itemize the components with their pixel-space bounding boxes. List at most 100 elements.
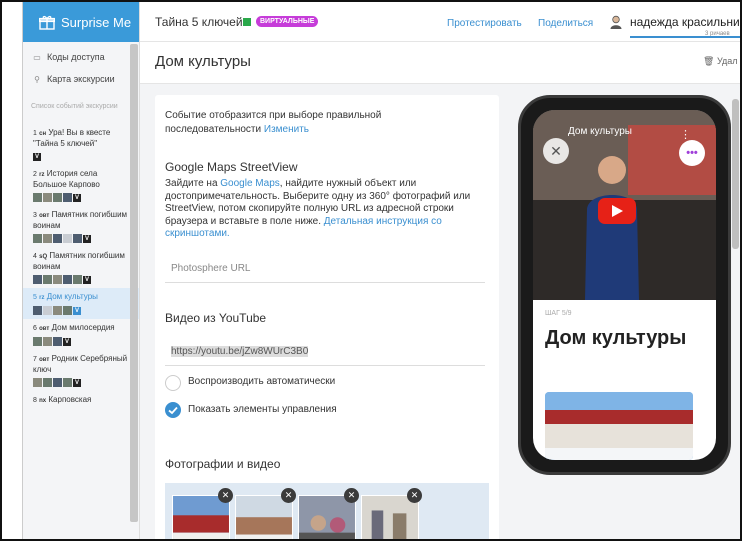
quest-title[interactable]: Тайна 5 ключей: [155, 15, 243, 29]
gm-text-1: Зайдите на: [165, 178, 218, 189]
left-gutter: [2, 2, 23, 539]
thumb-image: [33, 337, 42, 346]
thumb-image: [53, 378, 62, 387]
youtube-url-value: https://youtu.be/jZw8WUrC3B0: [171, 346, 309, 357]
event-tag: rz: [39, 172, 45, 178]
google-maps-link[interactable]: Google Maps: [220, 178, 279, 189]
close-icon[interactable]: ✕: [543, 138, 569, 164]
brand-logo[interactable]: Surprise Me: [23, 2, 139, 42]
main-panel: Дом культуры 🗑 Удал Событие отобразится …: [140, 42, 740, 539]
event-item-1[interactable]: 1 сн Ура! Вы в квесте "Тайна 5 ключей" V: [23, 124, 139, 165]
gift-icon: [39, 15, 55, 30]
event-item-2[interactable]: 2 rz История села Большое Карпово V: [23, 165, 139, 206]
event-thumbs: V: [33, 337, 131, 346]
user-underline: [630, 36, 740, 38]
thumb-image: [63, 378, 72, 387]
thumb-image: [33, 234, 42, 243]
thumb-image: [73, 234, 82, 243]
share-link[interactable]: Поделиться: [538, 18, 593, 29]
video-icon: V: [73, 306, 81, 315]
thumb-image: [63, 275, 72, 284]
phone-screen: Дом культуры ⋮ ✕ ••• ШАГ 5/9 Дом культур…: [533, 110, 716, 460]
map-pin-icon: ⚲: [34, 74, 40, 84]
video-icon: V: [83, 234, 91, 243]
test-link[interactable]: Протестировать: [447, 18, 522, 29]
change-trigger-link[interactable]: Изменить: [264, 124, 309, 135]
phone-title: Дом культуры: [545, 327, 687, 349]
event-tag: oвт: [39, 357, 50, 363]
event-editor-card: Событие отобразится при выборе правильно…: [155, 95, 499, 539]
remove-media-3-button[interactable]: ✕: [344, 488, 359, 503]
autoplay-label: Воспроизводить автоматически: [188, 376, 336, 387]
autoplay-checkbox[interactable]: [165, 375, 181, 391]
sidebar-item-label: Карта экскурсии: [47, 74, 115, 84]
remove-media-2-button[interactable]: ✕: [281, 488, 296, 503]
youtube-url-input[interactable]: https://youtu.be/jZw8WUrC3B0: [165, 338, 485, 366]
virtual-badge: ВИРТУАЛЬНЫЕ: [256, 16, 319, 27]
video-icon: V: [33, 152, 41, 161]
thumb-image: [73, 275, 82, 284]
event-title: Дом милосердия: [51, 323, 115, 332]
more-menu-icon[interactable]: •••: [679, 140, 705, 166]
remove-media-4-button[interactable]: ✕: [407, 488, 422, 503]
thumb-image: [53, 306, 62, 315]
delete-button[interactable]: 🗑 Удал: [703, 56, 737, 67]
show-controls-checkbox[interactable]: [165, 402, 181, 418]
brand-name: Surprise Me: [61, 14, 132, 30]
event-item-7[interactable]: 7 oвт Родник Серебряный ключ V: [23, 350, 139, 391]
thumb-image: [43, 378, 52, 387]
event-tag: oвт: [39, 326, 50, 332]
sidebar-item-tour-map[interactable]: ⚲ Карта экскурсии: [23, 68, 139, 90]
event-item-4[interactable]: 4 sQ Памятник погибшим воинам V: [23, 247, 139, 288]
user-avatar-icon[interactable]: [610, 15, 622, 29]
event-item-6[interactable]: 6 oвт Дом милосердия V: [23, 319, 139, 350]
video-preview[interactable]: Дом культуры ⋮ ✕ •••: [533, 110, 716, 300]
google-maps-heading: Google Maps StreetView: [165, 160, 298, 174]
video-icon: V: [63, 337, 71, 346]
play-icon[interactable]: [598, 198, 636, 224]
remove-media-1-button[interactable]: ✕: [218, 488, 233, 503]
trash-icon: 🗑: [703, 56, 715, 66]
video-more-icon[interactable]: ⋮: [680, 128, 691, 141]
event-item-8[interactable]: 8 nx Карповская: [23, 391, 139, 410]
trigger-text-block: Событие отобразится при выборе правильно…: [165, 109, 425, 137]
phone-photo[interactable]: [545, 392, 693, 460]
status-indicator: [243, 18, 251, 26]
youtube-heading: Видео из YouTube: [165, 311, 267, 325]
thumb-image: [33, 275, 42, 284]
event-title: История села Большое Карпово: [33, 169, 100, 189]
event-thumbs: V: [33, 234, 131, 243]
thumb-image: [43, 337, 52, 346]
event-thumbs: V: [33, 152, 131, 161]
event-number: 6: [33, 325, 37, 332]
top-bar: Тайна 5 ключей ВИРТУАЛЬНЫЕ Протестироват…: [140, 2, 740, 42]
keycode-icon: ▭: [33, 52, 41, 62]
phone-preview-scrollbar[interactable]: [732, 99, 739, 249]
show-controls-label: Показать элементы управления: [188, 404, 337, 415]
phone-preview: Дом культуры ⋮ ✕ ••• ШАГ 5/9 Дом культур…: [518, 95, 731, 475]
event-title: Памятник погибшим воинам: [33, 251, 125, 271]
page-title: Дом культуры: [155, 53, 251, 70]
google-maps-instructions: Зайдите на Google Maps, найдите нужный о…: [165, 178, 495, 241]
video-icon: V: [83, 275, 91, 284]
sidebar-scrollbar[interactable]: [130, 44, 138, 522]
photosphere-url-input[interactable]: Photosphere URL: [165, 255, 485, 283]
video-person: [585, 156, 639, 300]
thumb-image: [33, 378, 42, 387]
thumb-image: [53, 275, 62, 284]
sidebar: Surprise Me ▭ Коды доступа ⚲ Карта экску…: [23, 2, 140, 539]
event-item-5[interactable]: 5 rz Дом культуры V: [23, 288, 139, 319]
user-name[interactable]: надежда красильник: [630, 15, 740, 29]
thumb-image: [63, 306, 72, 315]
event-number: 4: [33, 253, 37, 260]
building-photo: [545, 392, 693, 460]
thumb-image: [63, 193, 72, 202]
sidebar-item-access-codes[interactable]: ▭ Коды доступа: [23, 46, 139, 68]
thumb-image: [33, 306, 42, 315]
event-number: 8: [33, 397, 37, 404]
event-thumbs: V: [33, 275, 131, 284]
event-item-3[interactable]: 3 oвт Памятник погибшим воинам V: [23, 206, 139, 247]
sidebar-item-label: Коды доступа: [47, 52, 105, 62]
video-icon: V: [73, 193, 81, 202]
thumb-image: [53, 193, 62, 202]
